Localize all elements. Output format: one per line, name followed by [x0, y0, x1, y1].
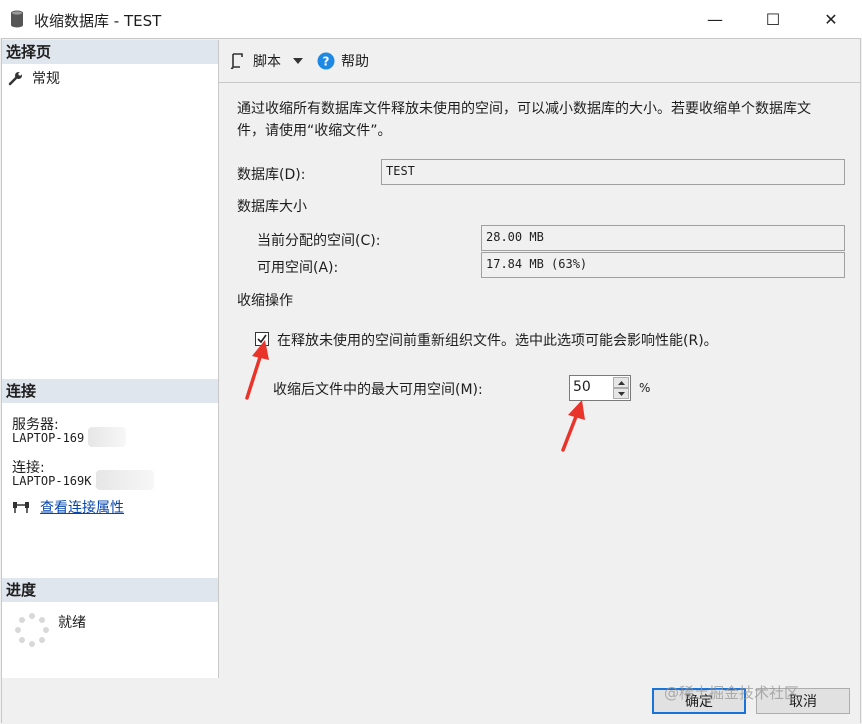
annotation-arrow [245, 340, 269, 400]
connection-icon [13, 502, 29, 513]
chevron-up-icon [617, 380, 625, 385]
chevron-down-icon [617, 391, 625, 396]
connection-value: LAPTOP-169K [12, 474, 92, 488]
spinner-icon [15, 613, 49, 647]
max-free-space-label: 收缩后文件中的最大可用空间(M): [273, 382, 483, 398]
reorganize-label[interactable]: 在释放未使用的空间前重新组织文件。选中此选项可能会影响性能(R)。 [277, 330, 718, 350]
max-free-space-input[interactable]: 50 [573, 379, 591, 395]
page-item-general[interactable]: 常规 [8, 68, 60, 88]
help-label: 帮助 [341, 54, 369, 70]
title-bar: 收缩数据库 - TEST — ☐ ✕ [0, 0, 862, 38]
watermark: @稀土掘金技术社区 [664, 684, 800, 702]
script-label: 脚本 [253, 54, 281, 70]
allocated-space-label: 当前分配的空间(C): [257, 233, 381, 249]
script-icon [230, 53, 243, 70]
stepper-down-button[interactable] [613, 388, 629, 399]
database-icon [11, 10, 23, 28]
close-button[interactable]: ✕ [802, 0, 860, 38]
allocated-space-field: 28.00 MB [481, 225, 845, 251]
free-space-label: 可用空间(A): [257, 260, 339, 276]
database-label: 数据库(D): [237, 167, 306, 183]
wrench-icon [8, 72, 22, 86]
view-connection-properties[interactable]: 查看连接属性 [12, 497, 124, 517]
stepper-up-button[interactable] [613, 377, 629, 388]
select-page-header: 选择页 [2, 40, 218, 64]
window-title: 收缩数据库 - TEST [34, 12, 162, 30]
connection-header: 连接 [2, 379, 218, 403]
svg-text:?: ? [323, 55, 330, 69]
server-value: LAPTOP-169 [12, 431, 85, 445]
maximize-button[interactable]: ☐ [744, 0, 802, 38]
toolbar: 脚本 ? 帮助 [219, 40, 860, 83]
free-space-field: 17.84 MB (63%) [481, 252, 845, 278]
progress-header: 进度 [2, 578, 218, 602]
redaction-blur [96, 470, 154, 490]
help-button[interactable]: ? 帮助 [317, 51, 369, 71]
page-item-label: 常规 [32, 71, 60, 87]
shrink-action-header: 收缩操作 [237, 293, 293, 309]
redaction-blur [88, 427, 126, 447]
help-icon: ? [317, 52, 335, 70]
progress-status: 就绪 [58, 615, 86, 631]
db-size-header: 数据库大小 [237, 199, 307, 215]
database-field: TEST [381, 159, 845, 185]
percent-sign: % [639, 381, 651, 395]
left-panel: 选择页 常规 连接 服务器: LAPTOP-169 连接: LAPTOP-169… [2, 40, 219, 678]
annotation-arrow [561, 400, 585, 452]
description-text: 通过收缩所有数据库文件释放未使用的空间，可以减小数据库的大小。若要收缩单个数据库… [237, 101, 811, 139]
chevron-down-icon[interactable] [293, 58, 303, 64]
script-button[interactable]: 脚本 [229, 51, 303, 71]
main-content: 通过收缩所有数据库文件释放未使用的空间，可以减小数据库的大小。若要收缩单个数据库… [219, 84, 860, 678]
minimize-button[interactable]: — [686, 0, 744, 38]
view-connection-link[interactable]: 查看连接属性 [40, 497, 124, 517]
